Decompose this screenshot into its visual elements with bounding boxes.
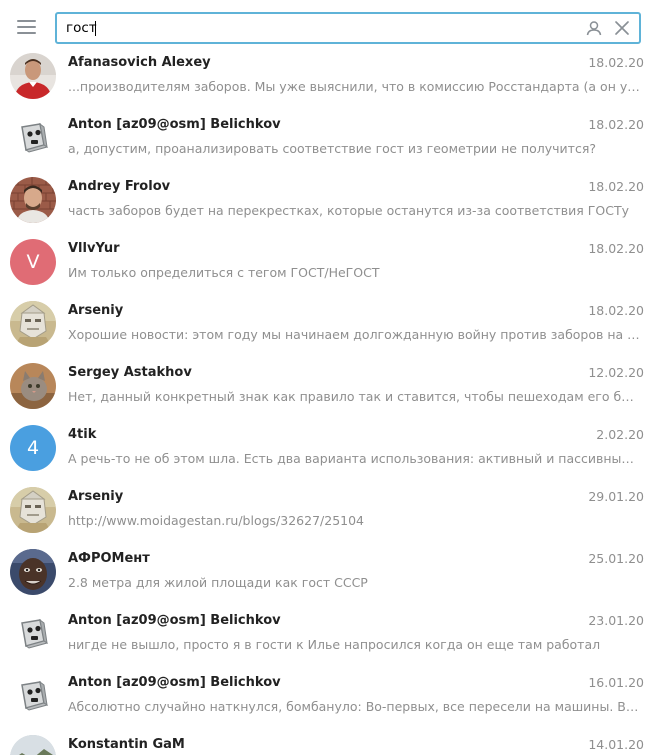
- avatar: [10, 363, 56, 409]
- avatar-letter: 4: [10, 425, 56, 471]
- message-date: 18.02.20: [588, 55, 644, 70]
- avatar: [10, 487, 56, 533]
- chat-name: 4tik: [68, 427, 97, 442]
- robot-avatar-icon: [10, 611, 56, 657]
- results-list: Afanasovich Alexey 18.02.20 ...производите…: [0, 45, 654, 755]
- chat-result-item[interactable]: Anton [az09@osm] Belichkov 16.01.20 Абсолю…: [0, 665, 654, 727]
- avatar: [10, 549, 56, 595]
- robot-avatar-icon: [10, 115, 56, 161]
- avatar: [10, 177, 56, 223]
- message-preview: ...производителям заборов. Мы уже выясни…: [68, 79, 641, 94]
- search-input[interactable]: [66, 14, 566, 42]
- message-date: 23.01.20: [588, 613, 644, 628]
- menu-icon[interactable]: [14, 16, 40, 38]
- message-date: 25.01.20: [588, 551, 644, 566]
- chat-result-item[interactable]: 4 4tik 2.02.20 А речь-то не об этом шла. Ес…: [0, 417, 654, 479]
- search-field[interactable]: [55, 12, 641, 44]
- chat-name: Anton [az09@osm] Belichkov: [68, 117, 281, 132]
- message-preview: Им только определиться с тегом ГОСТ/НеГО…: [68, 265, 380, 280]
- message-date: 18.02.20: [588, 303, 644, 318]
- chat-result-item[interactable]: Arseniy 18.02.20 Хорошие новости: этом год…: [0, 293, 654, 355]
- chat-name: VllvYur: [68, 241, 120, 256]
- chat-name: Arseniy: [68, 489, 124, 504]
- chat-result-item[interactable]: V VllvYur 18.02.20 Им только определиться с…: [0, 231, 654, 293]
- avatar: [10, 53, 56, 99]
- message-date: 16.01.20: [588, 675, 644, 690]
- message-preview: Нет, данный конкретный знак как правило …: [68, 389, 641, 404]
- message-date: 18.02.20: [588, 241, 644, 256]
- message-date: 14.01.20: [588, 737, 644, 752]
- close-icon[interactable]: [614, 20, 630, 36]
- search-results-window: Afanasovich Alexey 18.02.20 ...производите…: [0, 0, 654, 755]
- chat-name: Arseniy: [68, 303, 124, 318]
- search-user-icon[interactable]: [585, 19, 603, 37]
- chat-result-item[interactable]: Afanasovich Alexey 18.02.20 ...производите…: [0, 45, 654, 107]
- message-preview: часть заборов будет на перекрестках, кот…: [68, 203, 629, 218]
- message-date: 29.01.20: [588, 489, 644, 504]
- message-date: 12.02.20: [588, 365, 644, 380]
- message-preview: нигде не вышло, просто я в гости к Илье …: [68, 637, 601, 652]
- message-preview: Хорошие новости: этом году мы начинаем д…: [68, 327, 641, 342]
- message-preview: Абсолютно случайно наткнулся, бомбануло:…: [68, 699, 641, 714]
- chat-name: АФРОМент: [68, 551, 150, 566]
- chat-name: Andrey Frolov: [68, 179, 171, 194]
- chat-name: Anton [az09@osm] Belichkov: [68, 613, 281, 628]
- message-preview: а, допустим, проанализировать соответств…: [68, 141, 596, 156]
- message-date: 18.02.20: [588, 117, 644, 132]
- chat-result-item[interactable]: Anton [az09@osm] Belichkov 18.02.20 а, доп…: [0, 107, 654, 169]
- avatar-letter: V: [10, 239, 56, 285]
- message-date: 2.02.20: [596, 427, 644, 442]
- chat-result-item[interactable]: Konstantin GaM 14.01.20: [0, 727, 654, 755]
- message-preview: http://www.moidagestan.ru/blogs/32627/25…: [68, 513, 365, 528]
- chat-result-item[interactable]: Sergey Astakhov 12.02.20 Нет, данный конкр…: [0, 355, 654, 417]
- chat-result-item[interactable]: Arseniy 29.01.20 http://www.moidagestan.ru…: [0, 479, 654, 541]
- chat-name: Afanasovich Alexey: [68, 55, 211, 70]
- avatar: [10, 735, 56, 755]
- avatar: [10, 301, 56, 347]
- chat-name: Konstantin GaM: [68, 737, 185, 752]
- text-cursor: [95, 21, 96, 36]
- chat-name: Sergey Astakhov: [68, 365, 192, 380]
- chat-result-item[interactable]: Andrey Frolov 18.02.20 часть заборов будет…: [0, 169, 654, 231]
- chat-result-item[interactable]: Anton [az09@osm] Belichkov 23.01.20 нигде …: [0, 603, 654, 665]
- robot-avatar-icon: [10, 673, 56, 719]
- message-preview: 2.8 метра для жилой площади как гост ССС…: [68, 575, 368, 590]
- chat-result-item[interactable]: АФРОМент 25.01.20 2.8 метра для жилой площ…: [0, 541, 654, 603]
- message-date: 18.02.20: [588, 179, 644, 194]
- message-preview: А речь-то не об этом шла. Есть два вариа…: [68, 451, 641, 466]
- chat-name: Anton [az09@osm] Belichkov: [68, 675, 281, 690]
